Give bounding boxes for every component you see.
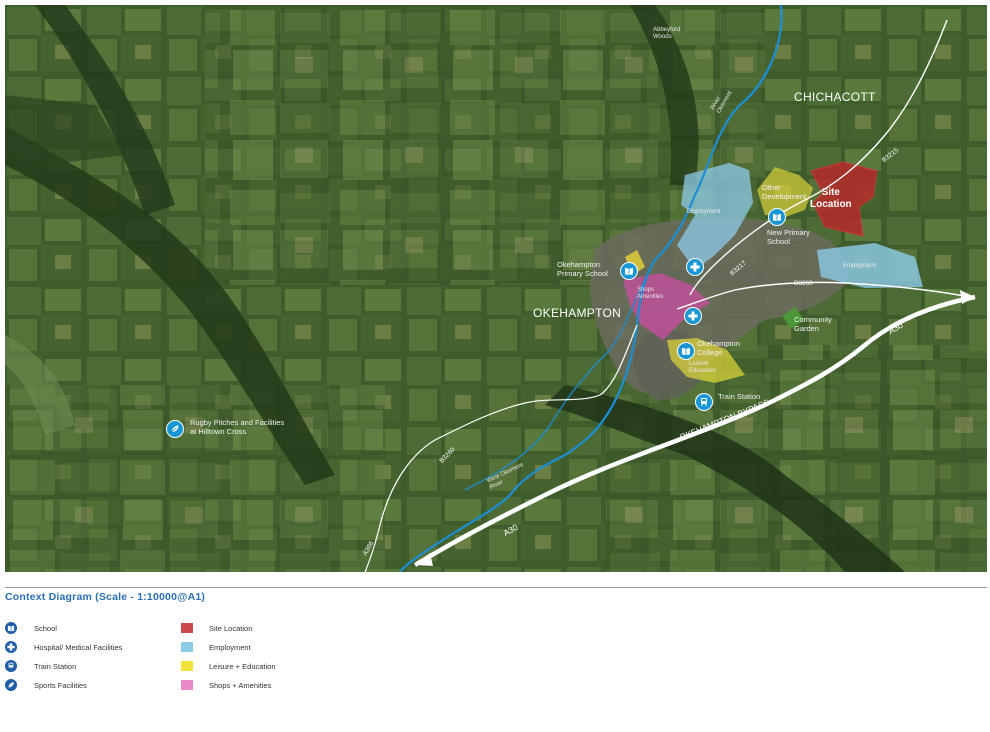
train-icon[interactable] xyxy=(695,393,713,411)
legend-label: School xyxy=(34,623,57,633)
swatch-leisure xyxy=(181,661,193,671)
swatch-shops xyxy=(181,680,193,690)
legend-label: Employment xyxy=(209,642,251,652)
legend-item-sports: Sports Facilities xyxy=(5,679,87,691)
okehampton-label: OKEHAMPTON xyxy=(533,306,622,320)
b3260-east-label: B3260 xyxy=(794,280,813,287)
legend-label: Site Location xyxy=(209,623,253,633)
new-primary-school-label: New Primary School xyxy=(767,228,810,246)
site-location-label: Site Location xyxy=(810,187,852,210)
train-station-label: Train Station xyxy=(718,392,761,401)
map-aerial[interactable]: CHICHACOTT OKEHAMPTON Site Location Empl… xyxy=(5,5,987,572)
abbeyford-woods-label: Abbeyford Woods xyxy=(653,27,681,40)
rugby-facilities-label: Rugby Pitches and Facilities at Hilltown… xyxy=(190,418,285,436)
book-icon[interactable] xyxy=(677,342,695,360)
legend-label: Train Station xyxy=(34,661,77,671)
legend-label: Leisure + Education xyxy=(209,661,276,671)
leaf-icon xyxy=(5,679,17,691)
leaf-icon[interactable] xyxy=(166,420,184,438)
legend-label: Sports Facilities xyxy=(34,680,87,690)
cross-icon[interactable] xyxy=(686,258,704,276)
book-icon[interactable] xyxy=(768,208,786,226)
okehampton-primary-label: Okehampton Primary School xyxy=(557,260,608,278)
divider xyxy=(5,587,987,588)
diagram-caption: Context Diagram (Scale - 1:10000@A1) xyxy=(5,591,206,603)
chichacott-label: CHICHACOTT xyxy=(794,90,876,104)
cross-icon xyxy=(5,641,17,653)
okehampton-college-label: Okehampton College xyxy=(697,339,740,357)
legend-label: Shops + Amenities xyxy=(209,680,272,690)
book-icon[interactable] xyxy=(620,262,638,280)
legend-label: Hospital/ Medical Facilities xyxy=(34,642,123,652)
legend-item-hospital: Hospital/ Medical Facilities xyxy=(5,641,122,653)
swatch-site-location xyxy=(181,623,193,633)
shops-amenities-label: Shops Amenities xyxy=(637,287,664,300)
legend-item-leisure: Leisure + Education xyxy=(181,661,276,671)
cross-icon[interactable] xyxy=(684,307,702,325)
train-icon xyxy=(5,660,17,672)
legend-item-school: School xyxy=(5,622,57,634)
other-development-label: Other Development xyxy=(762,183,807,201)
community-garden-label: Community Garden xyxy=(794,315,832,333)
legend-item-shops: Shops + Amenities xyxy=(181,680,271,690)
employment-east-label: Employment xyxy=(843,263,877,269)
legend-item-site-location: Site Location xyxy=(181,623,252,633)
swatch-employment xyxy=(181,642,193,652)
book-icon xyxy=(5,622,17,634)
employment-north-label: Employment xyxy=(687,209,721,215)
legend-item-employment: Employment xyxy=(181,642,251,652)
legend-item-train: Train Station xyxy=(5,660,76,672)
leisure-education-label: Leisure Education xyxy=(689,361,716,374)
